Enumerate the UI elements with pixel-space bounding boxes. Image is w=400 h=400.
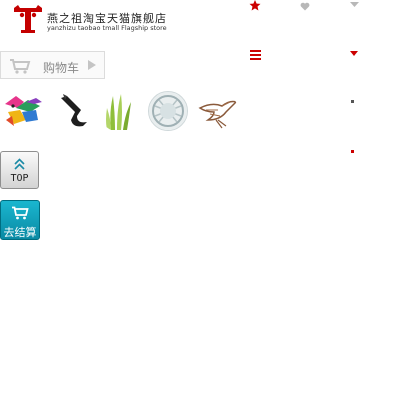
- product-thumbnail-1[interactable]: [2, 90, 44, 132]
- checkout-label: 去结算: [3, 226, 37, 239]
- cart-icon: [10, 59, 31, 74]
- tmall-cat-logo-icon: [14, 5, 42, 33]
- product-thumbnail-3[interactable]: [99, 90, 141, 132]
- product-thumbnail-4[interactable]: [147, 90, 189, 132]
- checkout-button[interactable]: 去结算: [0, 200, 40, 240]
- menu-icon[interactable]: [250, 50, 261, 60]
- product-thumbnail-5[interactable]: [196, 90, 238, 132]
- back-to-top-button[interactable]: TOP: [0, 151, 39, 189]
- double-chevron-up-icon: [14, 158, 25, 170]
- bird-nest-image: [148, 91, 188, 131]
- store-subtitle: yanzhizu taobao tmall Flagship store: [47, 24, 167, 32]
- product-thumbnail-2[interactable]: [51, 90, 93, 132]
- swallow-sketch-image: [198, 100, 238, 129]
- green-grass-image: [106, 94, 131, 130]
- cart-bar[interactable]: 购物车: [0, 51, 105, 79]
- black-bird-sculpture-image: [61, 94, 87, 127]
- caret-down-red-icon[interactable]: [350, 51, 358, 57]
- heart-icon[interactable]: [300, 2, 310, 11]
- caret-down-icon[interactable]: [350, 2, 359, 8]
- chevron-right-icon: [88, 60, 96, 70]
- cart-icon: [12, 206, 29, 220]
- colorful-bird-image: [5, 96, 42, 126]
- store-logo[interactable]: 燕之祖淘宝天猫旗舰店 yanzhizu taobao tmall Flagshi…: [12, 5, 182, 37]
- bullet-dot-icon: [351, 100, 354, 103]
- top-label: TOP: [10, 173, 29, 184]
- star-icon[interactable]: [249, 0, 261, 11]
- bullet-dot-red-icon: [351, 150, 354, 153]
- cart-label: 购物车: [43, 61, 80, 75]
